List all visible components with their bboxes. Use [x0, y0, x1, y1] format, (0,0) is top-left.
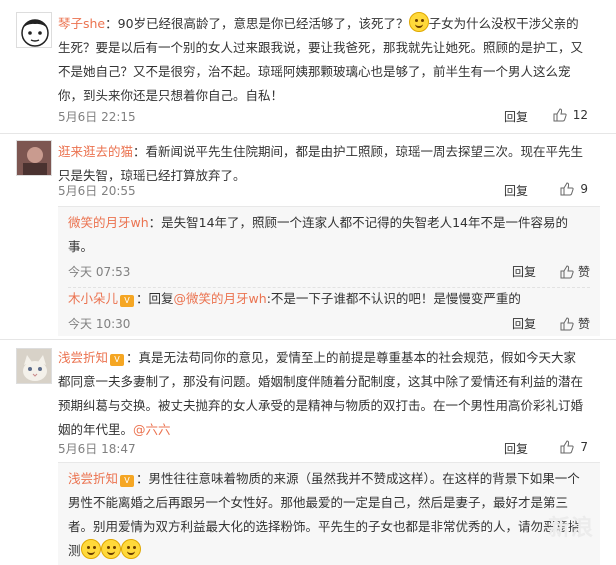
comment-text: ：90岁已经很高龄了，意思是你已经活够了，该死了？	[105, 16, 409, 31]
reply-button[interactable]: 回复	[512, 315, 536, 332]
avatar[interactable]	[16, 12, 52, 48]
like-count: 7	[580, 440, 588, 454]
reply-button[interactable]: 回复	[512, 263, 536, 280]
comment-username[interactable]: 琴子she	[58, 16, 105, 31]
avatar-photo-icon	[17, 141, 51, 175]
sub-comment-username[interactable]: 浅尝折知	[68, 471, 118, 486]
smile-emoji-icon	[100, 539, 121, 559]
mention-link[interactable]: @六六	[133, 422, 171, 437]
avatar[interactable]	[16, 348, 52, 384]
thumbs-up-icon	[560, 316, 574, 330]
sub-comment-text-cont: :不是一下子谁都不认识的吧！是慢慢变严重的	[266, 291, 521, 306]
comment-time: 5月6日 18:47	[58, 442, 136, 456]
like-count: 12	[572, 108, 588, 122]
reply-button[interactable]: 回复	[504, 440, 528, 457]
comment-time: 5月6日 22:15	[58, 110, 136, 124]
thumbs-up-icon	[560, 264, 574, 278]
like-button[interactable]: 9	[560, 182, 588, 196]
sub-comment-username[interactable]: 微笑的月牙wh	[68, 215, 149, 230]
like-button[interactable]: 赞	[560, 315, 590, 332]
smile-emoji-icon	[120, 539, 141, 559]
vip-badge-icon: V	[120, 295, 135, 307]
thumbs-up-icon	[553, 108, 567, 122]
sub-comment: 木小朵儿 V ：回复@微笑的月牙wh:不是一下子谁都不认识的吧！是慢慢变严重的	[68, 287, 590, 311]
avatar-face-icon	[21, 19, 49, 47]
sub-comment-list: 浅尝折知 V ：男性往往意味着物质的来源（虽然我并不赞成这样）。在这样的背景下如果一…	[58, 462, 600, 565]
sub-comment-list: 微笑的月牙wh：是失智14年了，照顾一个连家人都不记得的失智老人14年不是一件容…	[58, 206, 600, 336]
like-button[interactable]: 赞	[560, 263, 590, 280]
sub-comment-time: 今天 10:30	[68, 317, 131, 331]
reply-button[interactable]: 回复	[504, 108, 528, 125]
sub-comment: 浅尝折知 V ：男性往往意味着物质的来源（虽然我并不赞成这样）。在这样的背景下如果一…	[68, 467, 590, 563]
divider	[0, 339, 616, 340]
like-label: 赞	[577, 317, 590, 331]
thumbs-up-icon	[560, 440, 574, 454]
smile-emoji-icon	[408, 12, 429, 32]
mention-link[interactable]: @微笑的月牙wh	[174, 291, 267, 306]
avatar-cat-icon	[17, 349, 51, 383]
watermark: 新浪	[547, 516, 594, 541]
like-count: 9	[580, 182, 588, 196]
vip-badge-icon: V	[110, 354, 125, 366]
like-button[interactable]: 12	[553, 108, 588, 122]
like-button[interactable]: 7	[560, 440, 588, 454]
comment-username[interactable]: 浅尝折知	[58, 350, 108, 365]
sub-comment-time: 今天 07:53	[68, 265, 131, 279]
divider	[0, 133, 616, 134]
smile-emoji-icon	[80, 539, 101, 559]
sub-comment: 微笑的月牙wh：是失智14年了，照顾一个连家人都不记得的失智老人14年不是一件容…	[68, 211, 590, 259]
sub-comment-username[interactable]: 木小朵儿	[68, 291, 118, 306]
comment-text: ：看新闻说平先生住院期间，都是由护工照顾，琼瑶一周去探望三次。现在平先生只是失智…	[58, 144, 584, 183]
vip-badge-icon: V	[120, 475, 135, 487]
sub-comment-text: ：男性往往意味着物质的来源（虽然我并不赞成这样）。在这样的背景下如果一个男性不能…	[68, 471, 581, 558]
reply-button[interactable]: 回复	[504, 182, 528, 199]
sub-comment-text: ：回复	[136, 291, 174, 306]
avatar[interactable]	[16, 140, 52, 176]
thumbs-up-icon	[560, 182, 574, 196]
comment-username[interactable]: 逛来逛去的猫	[58, 144, 133, 159]
comment-time: 5月6日 20:55	[58, 184, 136, 198]
like-label: 赞	[577, 265, 590, 279]
